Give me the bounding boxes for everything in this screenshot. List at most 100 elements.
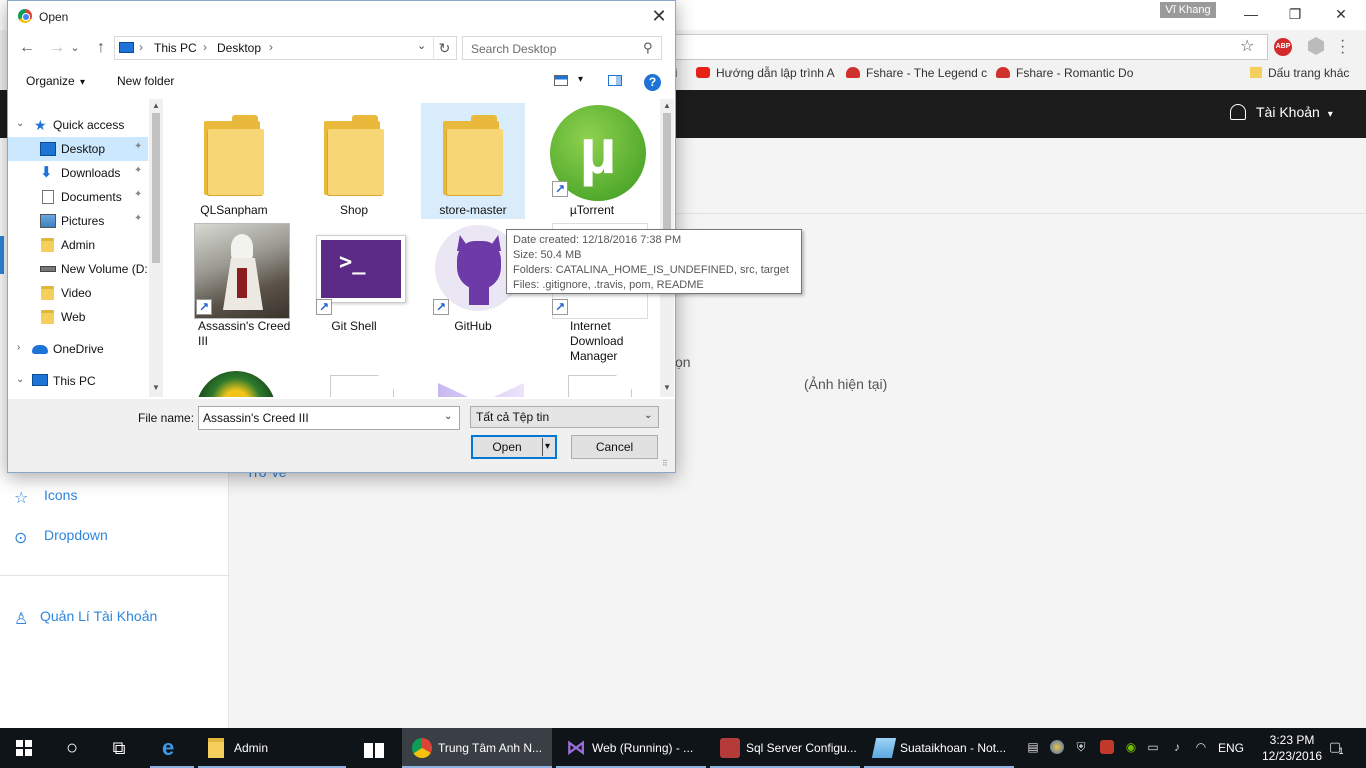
star-icon: ★ xyxy=(34,117,47,133)
recent-locations-icon[interactable]: ⌄ xyxy=(68,38,82,58)
taskbar-item-visual-studio[interactable]: ⋈ Web (Running) - ... xyxy=(556,728,706,768)
taskbar-item-chrome[interactable]: Trung Tâm Anh N... xyxy=(402,728,552,768)
file-item-store-master[interactable]: store-master xyxy=(421,103,525,219)
pin-icon[interactable]: ✦ xyxy=(134,141,142,152)
minimize-button[interactable]: — xyxy=(1228,3,1274,25)
file-icon[interactable] xyxy=(330,375,394,397)
back-arrow-icon[interactable]: ← xyxy=(16,38,38,58)
text-file-icon[interactable] xyxy=(568,375,632,397)
file-item-assassins-creed-iii[interactable]: ↗ Assassin's Creed III xyxy=(182,221,290,348)
nav-item-downloads[interactable]: ⬇ Downloads ✦ xyxy=(8,161,148,185)
forward-arrow-icon[interactable]: → xyxy=(46,38,68,58)
bookmark-item[interactable]: Fshare - Romantic Do xyxy=(996,66,1133,80)
account-menu[interactable]: Tài Khoản ▾ xyxy=(1230,104,1333,120)
open-button[interactable]: Open ▾ xyxy=(471,435,557,459)
tray-app-icon[interactable] xyxy=(1050,740,1064,754)
shortcut-arrow-icon: ↗ xyxy=(552,299,568,315)
cancel-button[interactable]: Cancel xyxy=(571,435,658,459)
scroll-down-arrow-icon[interactable]: ▼ xyxy=(152,383,160,392)
up-arrow-icon[interactable]: ↑ xyxy=(90,38,112,58)
app-icon[interactable] xyxy=(196,371,276,397)
scroll-up-arrow-icon[interactable]: ▲ xyxy=(152,101,160,110)
partial-text: ọn xyxy=(675,354,691,370)
taskbar-item-sql-config[interactable]: Sql Server Configu... xyxy=(710,728,860,768)
chevron-down-icon[interactable]: ⌄ xyxy=(417,39,426,52)
restore-button[interactable]: ❐ xyxy=(1272,3,1318,25)
search-icon: ⚲ xyxy=(643,40,653,55)
preview-pane-icon[interactable] xyxy=(608,75,622,86)
file-tooltip: Date created: 12/18/2016 7:38 PM Size: 5… xyxy=(506,229,802,294)
sidebar-item-account-management[interactable]: ♙ Quản Lí Tài Khoản xyxy=(14,608,157,628)
start-button[interactable] xyxy=(16,740,32,756)
refresh-icon[interactable]: ↻ xyxy=(433,37,455,59)
nav-item-video[interactable]: Video xyxy=(8,281,148,305)
other-bookmarks[interactable]: Dấu trang khác xyxy=(1250,66,1349,80)
sidebar-item-icons[interactable]: ☆ Icons xyxy=(14,487,77,507)
nav-item-desktop[interactable]: Desktop ✦ xyxy=(8,137,148,161)
tray-app-icon[interactable] xyxy=(1100,740,1114,754)
breadcrumb-this-pc[interactable]: This PC xyxy=(154,41,197,55)
scroll-up-arrow-icon[interactable]: ▲ xyxy=(663,101,671,110)
help-icon[interactable]: ? xyxy=(644,74,661,91)
language-indicator[interactable]: ENG xyxy=(1218,728,1244,768)
wifi-icon[interactable]: ◠ xyxy=(1194,740,1208,754)
shield-icon[interactable]: ⛨ xyxy=(1074,740,1088,754)
nav-item-documents[interactable]: Documents ✦ xyxy=(8,185,148,209)
new-folder-button[interactable]: New folder xyxy=(117,74,174,88)
file-item-shop[interactable]: Shop xyxy=(302,103,406,219)
file-item-qlsanpham[interactable]: QLSanpham xyxy=(182,103,286,219)
browser-profile-button[interactable]: Vĩ Khang xyxy=(1160,2,1216,18)
task-view-icon[interactable]: ⧉ xyxy=(104,728,134,768)
navigation-pane-scrollbar[interactable]: ▲ ▼ xyxy=(149,99,163,397)
tray-app-icon[interactable]: ▤ xyxy=(1026,740,1040,754)
bookmark-star-icon[interactable]: ☆ xyxy=(1240,36,1254,56)
nav-item-web[interactable]: Web xyxy=(8,305,148,329)
nav-item-quick-access[interactable]: ⌄ ★ Quick access xyxy=(8,113,148,137)
app-icon[interactable] xyxy=(438,383,524,397)
nav-item-new-volume[interactable]: New Volume (D: xyxy=(8,257,148,281)
nav-item-pictures[interactable]: Pictures ✦ xyxy=(8,209,148,233)
fshare-icon xyxy=(996,67,1010,78)
address-bar[interactable] xyxy=(660,34,1268,60)
bookmark-item[interactable]: Fshare - The Legend c xyxy=(846,66,987,80)
volume-icon[interactable]: ♪ xyxy=(1170,740,1184,754)
chevron-down-icon[interactable]: ⌄ xyxy=(444,411,452,422)
file-item-utorrent[interactable]: µ ↗ µTorrent xyxy=(540,103,646,219)
nav-item-onedrive[interactable]: › OneDrive xyxy=(8,337,148,361)
pin-icon[interactable]: ✦ xyxy=(134,165,142,176)
taskbar-item-file-explorer[interactable]: Admin xyxy=(198,728,346,768)
taskbar-item-notepad[interactable]: Suataikhoan - Not... xyxy=(864,728,1014,768)
change-view-icon[interactable] xyxy=(554,75,568,86)
bookmark-item[interactable]: Hướng dẫn lập trình A xyxy=(696,66,835,80)
search-icon[interactable]: ○ xyxy=(58,728,86,768)
scroll-down-arrow-icon[interactable]: ▼ xyxy=(663,383,671,392)
taskbar-item-store[interactable] xyxy=(352,728,396,768)
breadcrumb-desktop[interactable]: Desktop xyxy=(217,41,261,55)
view-options-chevron-icon[interactable]: ▾ xyxy=(578,74,583,85)
scrollbar-thumb[interactable] xyxy=(152,113,160,263)
file-item-git-shell[interactable]: >_ ↗ Git Shell xyxy=(302,221,406,337)
pin-icon[interactable]: ✦ xyxy=(134,189,142,200)
pin-icon[interactable]: ✦ xyxy=(134,213,142,224)
close-icon[interactable]: ✕ xyxy=(648,5,670,27)
close-browser-button[interactable]: ✕ xyxy=(1318,3,1364,25)
file-type-select[interactable]: Tất cả Tệp tin ⌄ xyxy=(470,406,659,428)
sql-config-icon xyxy=(720,738,740,758)
adblock-plus-icon[interactable]: ABP xyxy=(1274,38,1292,56)
nav-item-admin[interactable]: Admin xyxy=(8,233,148,257)
sidebar-item-dropdown[interactable]: ⊙ Dropdown xyxy=(14,527,108,547)
scrollbar-thumb[interactable] xyxy=(663,113,671,233)
organize-button[interactable]: Organize ▾ xyxy=(26,74,85,88)
search-input[interactable]: Search Desktop ⚲ xyxy=(462,36,662,60)
address-breadcrumb[interactable]: › This PC › Desktop › ⌄ ↻ xyxy=(114,36,457,60)
nav-item-this-pc[interactable]: ⌄ This PC xyxy=(8,369,148,393)
taskbar-item-edge[interactable]: e xyxy=(150,728,194,768)
nvidia-icon[interactable]: ◉ xyxy=(1124,740,1138,754)
file-name-input[interactable]: Assassin's Creed III xyxy=(198,406,460,430)
open-options-chevron-icon[interactable]: ▾ xyxy=(545,436,550,458)
resize-grip-icon[interactable]: ⠿ xyxy=(662,459,668,468)
battery-icon[interactable]: ▭ xyxy=(1146,740,1160,754)
star-icon: ☆ xyxy=(14,490,29,507)
browser-menu-icon[interactable]: · · · xyxy=(1340,33,1345,61)
clock[interactable]: 3:23 PM 12/23/2016 xyxy=(1262,732,1322,764)
